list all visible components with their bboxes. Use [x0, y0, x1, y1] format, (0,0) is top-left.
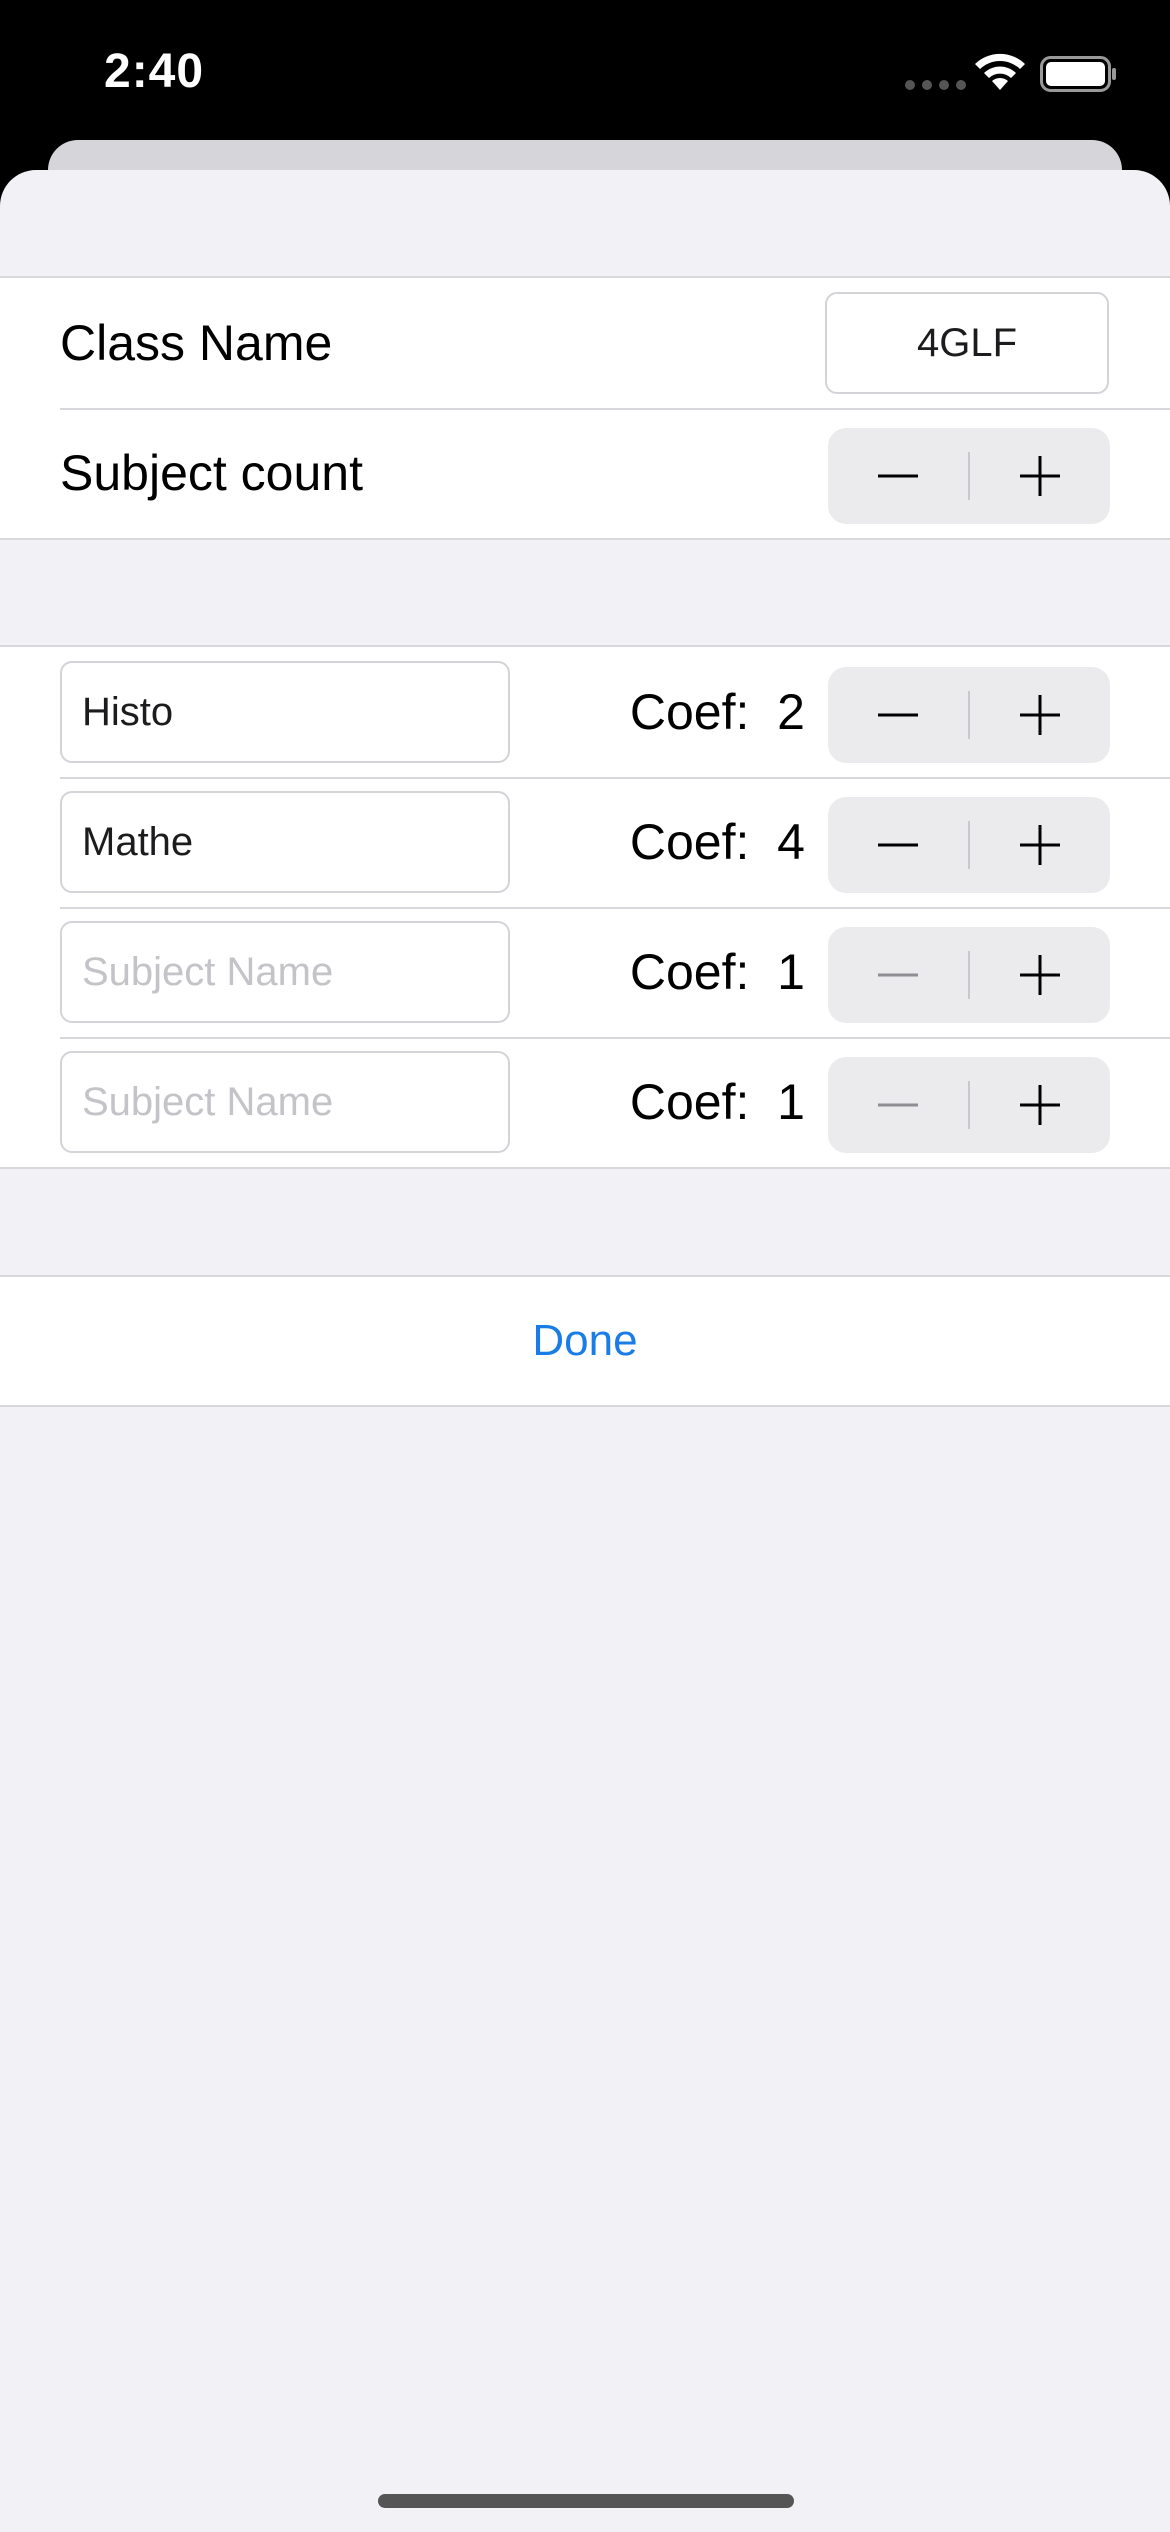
plus-icon: [1020, 456, 1060, 496]
wifi-icon: [975, 53, 1025, 90]
plus-icon: [1020, 955, 1060, 995]
coef-decrement-button[interactable]: [828, 797, 968, 893]
subject-row: Mathe Coef: 4: [0, 777, 1170, 907]
subject-count-increment-button[interactable]: [970, 428, 1110, 524]
subject-row: Histo Coef: 2: [0, 647, 1170, 777]
coef-increment-button[interactable]: [970, 667, 1110, 763]
coef-decrement-button[interactable]: [828, 927, 968, 1023]
class-name-field[interactable]: 4GLF: [825, 292, 1109, 394]
home-indicator[interactable]: [378, 2494, 794, 2508]
coef-stepper: [828, 1057, 1110, 1153]
cellular-signal-icon: [905, 80, 966, 90]
status-bar: 2:40: [0, 0, 1170, 140]
minus-icon: [878, 1103, 918, 1107]
coef-increment-button[interactable]: [970, 797, 1110, 893]
minus-icon: [878, 713, 918, 717]
coef-label: Coef: 1: [629, 1074, 805, 1130]
subjects-section: Histo Coef: 2 Mathe Coef: 4 Subject Name…: [0, 645, 1170, 1169]
coef-increment-button[interactable]: [970, 927, 1110, 1023]
done-button[interactable]: Done: [0, 1275, 1170, 1407]
coef-stepper: [828, 667, 1110, 763]
subject-count-row: Subject count: [0, 408, 1170, 538]
minus-icon: [878, 474, 918, 478]
coef-label: Coef: 2: [629, 684, 805, 740]
coef-label: Coef: 1: [629, 944, 805, 1000]
subject-count-decrement-button[interactable]: [828, 428, 968, 524]
subject-name-field[interactable]: Mathe: [60, 791, 510, 893]
class-name-row: Class Name 4GLF: [0, 278, 1170, 408]
coef-stepper: [828, 797, 1110, 893]
class-name-label: Class Name: [60, 315, 333, 371]
coef-increment-button[interactable]: [970, 1057, 1110, 1153]
subject-count-stepper: [828, 428, 1110, 524]
coef-decrement-button[interactable]: [828, 667, 968, 763]
modal-sheet: Class Name 4GLF Subject count Histo Coef…: [0, 170, 1170, 2532]
status-time: 2:40: [104, 45, 205, 98]
coef-label: Coef: 4: [629, 814, 805, 870]
plus-icon: [1020, 695, 1060, 735]
subject-row: Subject Name Coef: 1: [0, 907, 1170, 1037]
plus-icon: [1020, 825, 1060, 865]
subject-name-field[interactable]: Subject Name: [60, 1051, 510, 1153]
subject-count-label: Subject count: [60, 445, 363, 501]
subject-name-field[interactable]: Histo: [60, 661, 510, 763]
subject-name-field[interactable]: Subject Name: [60, 921, 510, 1023]
coef-stepper: [828, 927, 1110, 1023]
class-info-section: Class Name 4GLF Subject count: [0, 276, 1170, 540]
coef-decrement-button[interactable]: [828, 1057, 968, 1153]
battery-icon: [1040, 56, 1116, 92]
subject-row: Subject Name Coef: 1: [0, 1037, 1170, 1167]
plus-icon: [1020, 1085, 1060, 1125]
minus-icon: [878, 843, 918, 847]
minus-icon: [878, 973, 918, 977]
